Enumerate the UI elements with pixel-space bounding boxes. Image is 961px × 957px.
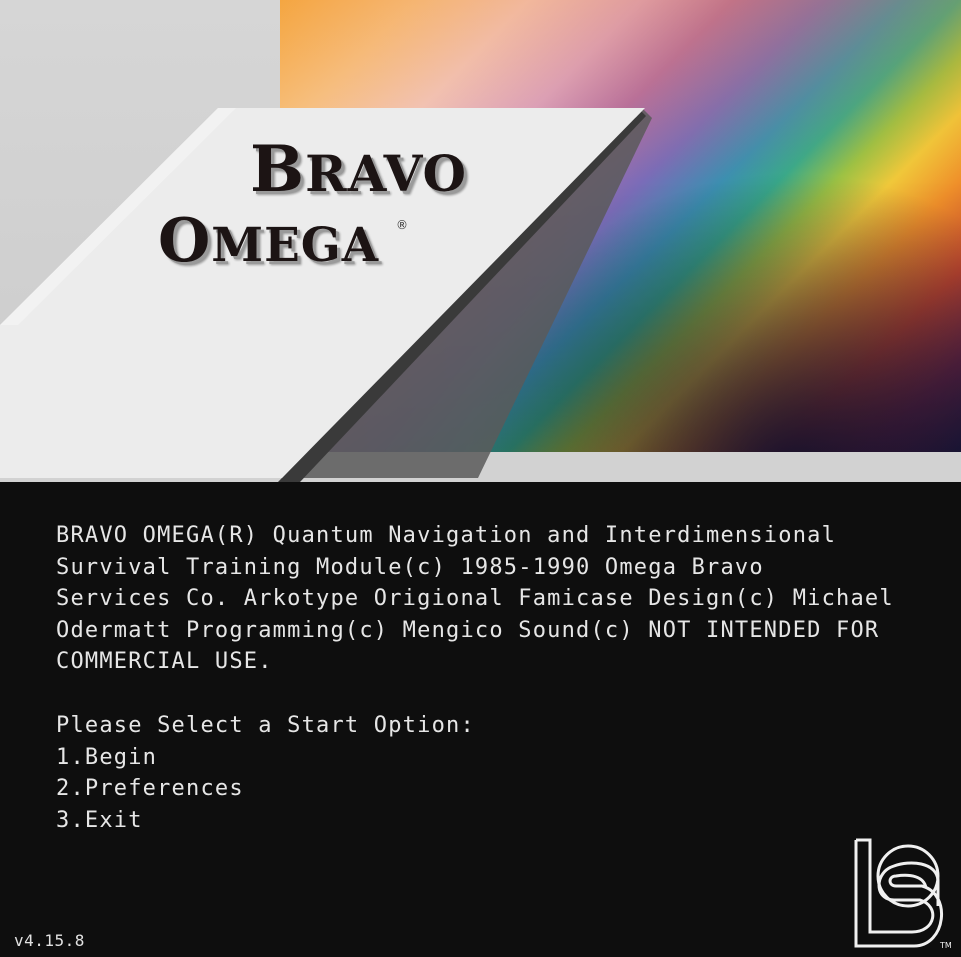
- intro-line: Services Co. Arkotype Origional Famicase…: [56, 586, 894, 612]
- logo-word-omega: OMEGA: [158, 206, 380, 276]
- intro-line: Odermatt Programming(c) Mengico Sound(c)…: [56, 617, 880, 643]
- logo-word-bravo: BRAVO: [250, 132, 467, 207]
- version-label: v4.15.8: [14, 931, 85, 950]
- registered-mark: ®: [396, 218, 408, 232]
- intro-line: COMMERCIAL USE.: [56, 649, 273, 675]
- game-logo: BRAVO OMEGA ®: [0, 0, 961, 482]
- console-text: BRAVO OMEGA(R) Quantum Navigation and In…: [56, 520, 936, 836]
- title-banner: BRAVO OMEGA ®: [0, 0, 961, 482]
- menu-option-preferences[interactable]: 2.Preferences: [56, 773, 936, 805]
- trademark-text: TM: [939, 941, 952, 950]
- title-screen: BRAVO OMEGA ® BRAVO OMEGA(R) Quantum Nav…: [0, 0, 961, 957]
- menu-option-exit[interactable]: 3.Exit: [56, 805, 936, 837]
- menu-option-begin[interactable]: 1.Begin: [56, 742, 936, 774]
- publisher-logo-icon: TM: [854, 838, 952, 950]
- intro-line: BRAVO OMEGA(R) Quantum Navigation and In…: [56, 523, 837, 548]
- line-spacer: [56, 678, 936, 710]
- start-prompt: Please Select a Start Option:: [56, 712, 475, 738]
- intro-line: Survival Training Module(c) 1985-1990 Om…: [56, 554, 764, 580]
